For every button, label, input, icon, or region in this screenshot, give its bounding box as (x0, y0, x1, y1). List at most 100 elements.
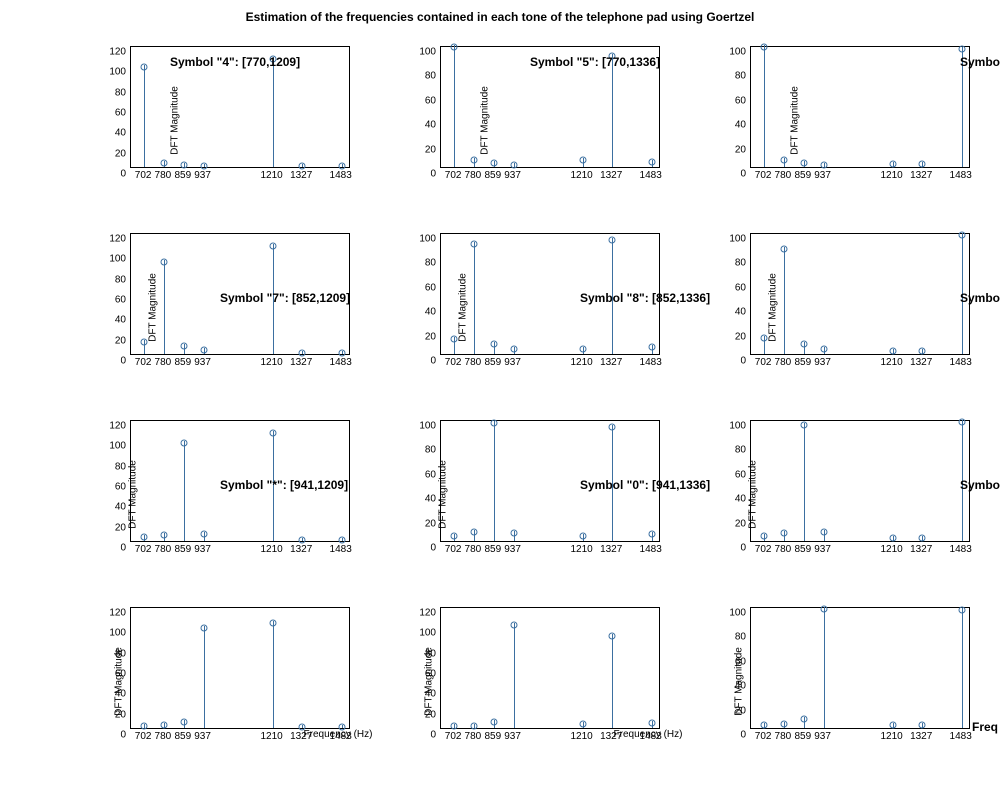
symbol-label: Symbol "*": [941,1209] (220, 478, 348, 492)
stem-marker (451, 532, 458, 539)
stem-marker (800, 340, 807, 347)
symbol-label: Symbol (960, 291, 1000, 305)
y-axis-label: DFT Magnitude (438, 450, 449, 540)
stem-marker (180, 440, 187, 447)
subplot: 020406080100120702780859937121013271483D… (410, 601, 670, 761)
stem-marker (470, 240, 477, 247)
symbol-label: Freq (972, 720, 998, 734)
stem (612, 54, 613, 167)
stem (474, 242, 475, 354)
stem-marker (269, 243, 276, 250)
stem-marker (958, 419, 965, 426)
y-axis-label: DFT Magnitude (114, 637, 125, 727)
stem-marker (958, 232, 965, 239)
stem-marker (919, 348, 926, 355)
stem-marker (160, 531, 167, 538)
stem-marker (889, 161, 896, 168)
stem-marker (160, 721, 167, 728)
subplot: 020406080100120702780859937121013271483D… (100, 227, 360, 387)
stem-marker (200, 530, 207, 537)
stem-marker (648, 344, 655, 351)
stem-marker (160, 259, 167, 266)
x-axis-ticks: 702780859937121013271483 (440, 357, 660, 371)
figure: Estimation of the frequencies contained … (0, 0, 1000, 800)
y-axis-label: DFT Magnitude (734, 637, 745, 727)
stem-marker (780, 530, 787, 537)
stem-marker (820, 345, 827, 352)
subplot: 020406080100702780859937121013271483DFT … (720, 40, 980, 200)
symbol-label: Symbol "4": [770,1209] (170, 55, 300, 69)
stem-marker (889, 535, 896, 542)
stem-marker (648, 158, 655, 165)
y-axis-ticks: 020406080100 (410, 420, 438, 542)
subplot: 020406080100702780859937121013271483 DFT … (410, 414, 670, 574)
stem-marker (820, 162, 827, 169)
stem-marker (180, 161, 187, 168)
stem-marker (451, 44, 458, 51)
y-axis-ticks: 020406080100 (410, 46, 438, 168)
stem-marker (609, 633, 616, 640)
stem-marker (780, 245, 787, 252)
x-axis-label: Frequency (Hz) (538, 729, 758, 740)
x-axis-ticks: 702780859937121013271483 (750, 170, 970, 184)
x-axis-ticks: 702780859937121013271483 (440, 544, 660, 558)
stem-marker (579, 532, 586, 539)
stem-marker (299, 536, 306, 543)
stem-marker (579, 345, 586, 352)
y-axis-label: DFT Magnitude (458, 263, 469, 353)
stem-marker (761, 44, 768, 51)
stem-marker (919, 722, 926, 729)
stem-marker (470, 157, 477, 164)
y-axis-ticks: 020406080100 (720, 420, 748, 542)
y-axis-label: DFT Magnitude (790, 76, 801, 166)
stem-marker (648, 719, 655, 726)
stem (612, 634, 613, 728)
stem-marker (761, 532, 768, 539)
plot-area (750, 233, 970, 355)
x-axis-ticks: 702780859937121013271483 (130, 544, 350, 558)
stem (962, 608, 963, 728)
stem (273, 621, 274, 728)
stem-marker (958, 607, 965, 614)
stem-marker (451, 722, 458, 729)
y-axis-label: DFT Magnitude (148, 263, 159, 353)
stem-marker (510, 530, 517, 537)
stem-marker (470, 722, 477, 729)
stem-marker (200, 625, 207, 632)
stem (273, 57, 274, 167)
y-axis-label: DFT Magnitude (748, 450, 759, 540)
symbol-label: Symbol "8": [852,1336] (580, 291, 710, 305)
stem (204, 626, 205, 728)
stem-marker (299, 162, 306, 169)
symbol-label: Symbol "0": [941,1336] (580, 478, 710, 492)
stem-marker (510, 345, 517, 352)
x-axis-ticks: 702780859937121013271483 (750, 731, 970, 745)
stem-marker (579, 157, 586, 164)
stem-marker (269, 430, 276, 437)
stem-marker (958, 46, 965, 53)
stem-marker (200, 162, 207, 169)
y-axis-ticks: 020406080100 (720, 233, 748, 355)
stem-marker (510, 162, 517, 169)
stem (494, 421, 495, 541)
stem-marker (780, 720, 787, 727)
stem-marker (510, 622, 517, 629)
stem (454, 45, 455, 167)
y-axis-ticks: 020406080100 (410, 233, 438, 355)
plot-area (130, 607, 350, 729)
stem-marker (579, 720, 586, 727)
stem (764, 45, 765, 167)
y-axis-ticks: 020406080100120 (100, 46, 128, 168)
stem-marker (780, 157, 787, 164)
stem-marker (180, 718, 187, 725)
stem-marker (919, 535, 926, 542)
stem-marker (761, 722, 768, 729)
x-axis-ticks: 702780859937121013271483 (130, 170, 350, 184)
x-axis-ticks: 702780859937121013271483 (440, 170, 660, 184)
x-axis-ticks: 702780859937121013271483 (750, 357, 970, 371)
stem-marker (490, 420, 497, 427)
stem-marker (180, 342, 187, 349)
stem-marker (200, 346, 207, 353)
stem-marker (338, 349, 345, 356)
stem-marker (299, 349, 306, 356)
